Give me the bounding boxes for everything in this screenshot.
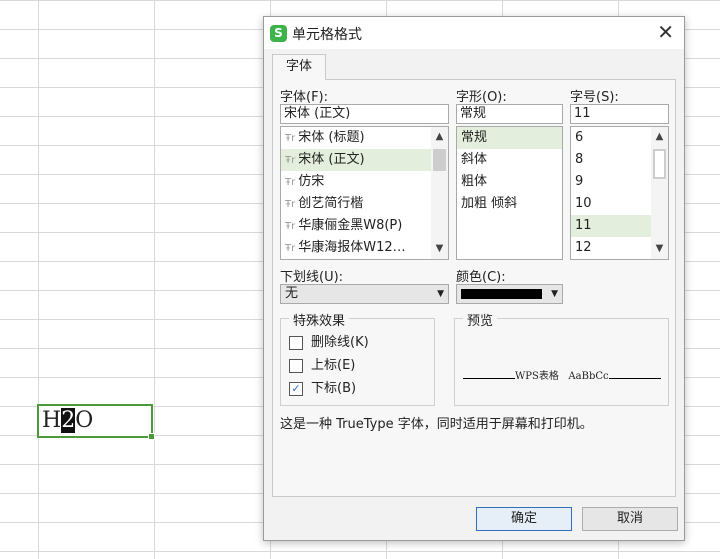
subscript-label: 下标(B) — [311, 381, 357, 396]
truetype-font-icon: Ŧr — [285, 243, 296, 254]
style-list-item[interactable]: 加粗 倾斜 — [457, 193, 562, 215]
truetype-font-icon: Ŧr — [285, 155, 296, 166]
scroll-thumb[interactable] — [433, 149, 446, 171]
scroll-down-icon[interactable]: ▼ — [431, 241, 448, 257]
size-list-scrollbar[interactable]: ▲ ▼ — [651, 127, 668, 259]
dialog-titlebar: S 单元格格式 ✕ — [264, 17, 684, 49]
color-swatch — [461, 289, 542, 299]
font-list[interactable]: Ŧr 宋体 (标题) Ŧr 宋体 (正文) Ŧr 仿宋 Ŧr 创艺简行楷 Ŧr 华康俪金黑… — [280, 126, 449, 260]
font-list-item[interactable]: Ŧr 华康海报体W12… — [281, 237, 448, 259]
chevron-down-icon: ▼ — [551, 289, 558, 299]
effects-group: 特殊效果 删除线(K) 上标(E) ✓ 下标(B) — [280, 310, 435, 406]
color-label: 颜色(C): — [456, 270, 506, 285]
close-icon[interactable]: ✕ — [657, 21, 674, 43]
superscript-label: 上标(E) — [311, 358, 356, 373]
strikethrough-checkbox[interactable] — [289, 336, 303, 350]
scroll-down-icon[interactable]: ▼ — [651, 241, 668, 257]
preview-sample: WPS表格 AaBbCc — [463, 367, 661, 382]
font-list-item[interactable]: Ŧr 宋体 (正文) — [281, 149, 448, 171]
format-cells-dialog: S 单元格格式 ✕ 字体 字体(F): 宋体 (正文) Ŧr 宋体 (标题) Ŧr… — [263, 16, 685, 541]
font-list-scrollbar[interactable]: ▲ ▼ — [431, 127, 448, 259]
color-select[interactable]: ▼ — [456, 284, 563, 304]
truetype-font-icon: Ŧr — [285, 199, 296, 210]
size-list[interactable]: 6 8 9 10 11 12 ▲ ▼ — [570, 126, 669, 260]
dialog-title: 单元格格式 — [292, 27, 362, 43]
style-label: 字形(O): — [456, 90, 507, 105]
strikethrough-label: 删除线(K) — [311, 335, 369, 350]
cancel-button[interactable]: 取消 — [582, 507, 678, 531]
underline-value: 无 — [285, 286, 299, 301]
font-list-item[interactable]: Ŧr 创艺简行楷 — [281, 193, 448, 215]
font-list-item[interactable]: Ŧr 华康俪金黑W8(P) — [281, 215, 448, 237]
truetype-font-icon: Ŧr — [285, 221, 296, 232]
fill-handle[interactable] — [148, 433, 155, 440]
size-label: 字号(S): — [570, 90, 619, 105]
cell-text-selected: 2 — [61, 408, 76, 433]
underline-label: 下划线(U): — [280, 270, 344, 285]
cell-text-after: O — [75, 408, 94, 433]
size-input[interactable]: 11 — [570, 104, 669, 124]
style-list-item[interactable]: 常规 — [457, 127, 562, 149]
preview-group: 预览 WPS表格 AaBbCc — [454, 310, 669, 406]
ok-button[interactable]: 确定 — [476, 507, 572, 531]
scroll-thumb[interactable] — [653, 149, 666, 179]
cell-text-before: H — [42, 408, 62, 433]
scroll-up-icon[interactable]: ▲ — [651, 129, 668, 145]
font-list-item[interactable]: Ŧr 宋体 (标题) — [281, 127, 448, 149]
truetype-font-icon: Ŧr — [285, 177, 296, 188]
style-list-item[interactable]: 斜体 — [457, 149, 562, 171]
truetype-font-icon: Ŧr — [285, 133, 296, 144]
underline-select[interactable]: 无 ▼ — [280, 284, 449, 304]
font-tab-panel: 字体(F): 宋体 (正文) Ŧr 宋体 (标题) Ŧr 宋体 (正文) Ŧr 仿宋 … — [272, 79, 676, 497]
style-list-item[interactable]: 粗体 — [457, 171, 562, 193]
tab-font[interactable]: 字体 — [272, 54, 326, 80]
font-note: 这是一种 TrueType 字体，同时适用于屏幕和打印机。 — [280, 417, 593, 432]
active-cell[interactable]: H2O — [37, 404, 155, 440]
font-input[interactable]: 宋体 (正文) — [280, 104, 449, 124]
effects-legend: 特殊效果 — [289, 310, 350, 329]
style-input[interactable]: 常规 — [456, 104, 563, 124]
scroll-up-icon[interactable]: ▲ — [431, 129, 448, 145]
preview-legend: 预览 — [463, 310, 498, 329]
preview-line — [608, 378, 661, 379]
subscript-checkbox[interactable]: ✓ — [289, 382, 303, 396]
font-label: 字体(F): — [280, 90, 329, 105]
chevron-down-icon: ▼ — [437, 289, 444, 299]
preview-line — [463, 378, 515, 379]
wps-spreadsheet-icon: S — [270, 25, 287, 42]
superscript-checkbox[interactable] — [289, 359, 303, 373]
style-list[interactable]: 常规 斜体 粗体 加粗 倾斜 — [456, 126, 563, 260]
font-list-item[interactable]: Ŧr 仿宋 — [281, 171, 448, 193]
